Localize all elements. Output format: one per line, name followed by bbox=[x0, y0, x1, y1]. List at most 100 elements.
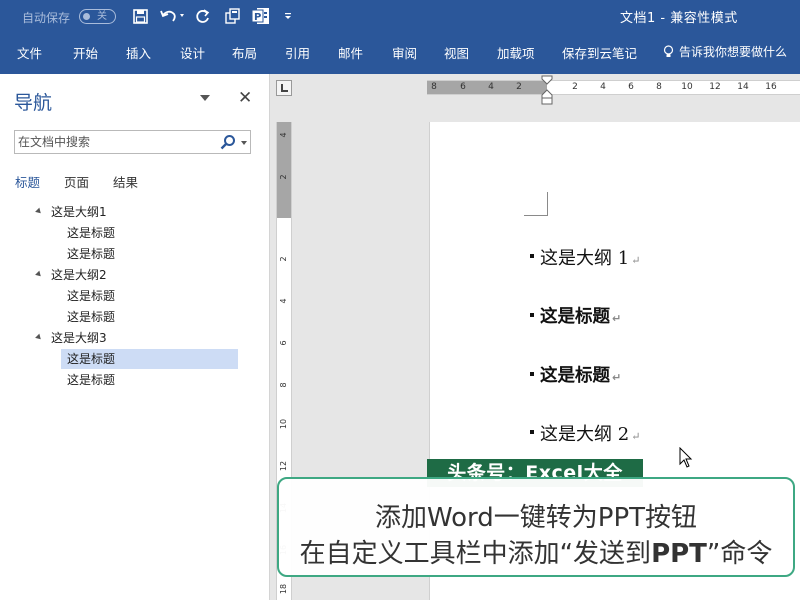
caption-line-2-bold: PPT bbox=[651, 539, 707, 569]
doc-outline-line[interactable]: 这是大纲 1 ↵ bbox=[530, 244, 641, 270]
tree-item-heading[interactable]: 这是标题 bbox=[67, 286, 147, 306]
title-bar: 自动保存 关 P 文档1 - 兼容性模式 bbox=[0, 0, 800, 32]
tree-item-label: 这是大纲1 bbox=[51, 205, 107, 219]
tab-selector[interactable] bbox=[276, 80, 292, 96]
tree-item-label: 这是标题 bbox=[67, 373, 116, 387]
ruler-tick-label: 12 bbox=[279, 460, 288, 472]
tab-home[interactable]: 开始 bbox=[73, 43, 98, 62]
ruler-tick-label: 18 bbox=[279, 583, 288, 595]
tab-save-to-cloud-note[interactable]: 保存到云笔记 bbox=[562, 43, 637, 62]
chevron-down-icon bbox=[285, 13, 291, 19]
ruler-tick-label: 2 bbox=[572, 82, 578, 92]
ruler-tick-label: 2 bbox=[279, 174, 288, 180]
ruler-tick-label: 14 bbox=[737, 82, 749, 92]
tree-item-outline-1[interactable]: 这是大纲1 bbox=[35, 202, 131, 222]
ruler-tick-label: 4 bbox=[488, 82, 494, 92]
tab-references[interactable]: 引用 bbox=[285, 43, 310, 62]
caption-line-1: 添加Word一键转为PPT按钮 bbox=[374, 503, 698, 533]
undo-button[interactable] bbox=[158, 6, 186, 26]
list-bullet bbox=[530, 372, 534, 376]
paragraph-mark: ↵ bbox=[612, 312, 622, 325]
tab-addins[interactable]: 加载项 bbox=[497, 43, 535, 62]
tab-file[interactable]: 文件 bbox=[17, 43, 42, 62]
customize-qat-button[interactable] bbox=[280, 6, 296, 26]
nav-search-input[interactable] bbox=[18, 133, 216, 151]
nav-tab-results[interactable]: 结果 bbox=[113, 172, 138, 191]
doc-line-text: 这是标题 bbox=[540, 366, 610, 386]
ruler-margin-left: 8 6 4 2 bbox=[427, 81, 547, 94]
doc-line-text: 这是大纲 1 bbox=[540, 248, 630, 269]
nav-close-icon[interactable]: ✕ bbox=[238, 88, 252, 108]
list-bullet bbox=[530, 254, 534, 258]
tree-item-label: 这是标题 bbox=[67, 289, 116, 303]
nav-options-chevron-icon[interactable] bbox=[200, 95, 210, 101]
tab-layout[interactable]: 布局 bbox=[232, 43, 257, 62]
left-tab-icon-foot bbox=[281, 90, 288, 92]
paragraph-mark: ↵ bbox=[631, 430, 641, 443]
tree-item-outline-2[interactable]: 这是大纲2 bbox=[35, 265, 131, 285]
window-title: 文档1 - 兼容性模式 bbox=[620, 11, 738, 26]
tree-item-heading[interactable]: 这是标题 bbox=[67, 370, 147, 390]
caption-line-2: 在自定义工具栏中添加“发送到PPT”命令 bbox=[279, 533, 793, 570]
doc-heading-line[interactable]: 这是标题 ↵ bbox=[530, 303, 622, 328]
collapse-caret-icon[interactable] bbox=[35, 333, 43, 342]
tab-design[interactable]: 设计 bbox=[180, 43, 205, 62]
ruler-tick-label: 4 bbox=[279, 132, 288, 138]
doc-outline-line[interactable]: 这是大纲 2 ↵ bbox=[530, 420, 641, 446]
tree-item-outline-3[interactable]: 这是大纲3 bbox=[35, 328, 131, 348]
send-to-ppt-button[interactable]: P bbox=[250, 6, 270, 26]
mouse-pointer-icon bbox=[679, 447, 693, 468]
margin-crop-mark bbox=[524, 192, 548, 216]
list-bullet bbox=[530, 313, 534, 317]
tree-item-heading[interactable]: 这是标题 bbox=[67, 307, 147, 327]
tree-item-label: 这是标题 bbox=[67, 352, 116, 366]
powerpoint-icon: P bbox=[251, 8, 269, 24]
autosave-state: 关 bbox=[97, 11, 107, 22]
tab-view[interactable]: 视图 bbox=[444, 43, 469, 62]
collapse-caret-icon[interactable] bbox=[35, 207, 43, 216]
search-icon[interactable] bbox=[220, 134, 236, 150]
list-bullet bbox=[530, 430, 534, 434]
autosave-label: 自动保存 bbox=[22, 11, 71, 25]
redo-icon bbox=[196, 9, 210, 23]
ruler-tick-label: 4 bbox=[279, 298, 288, 304]
tree-item-heading-selected[interactable]: 这是标题 bbox=[61, 349, 238, 369]
tab-insert[interactable]: 插入 bbox=[126, 43, 151, 62]
tree-item-heading[interactable]: 这是标题 bbox=[67, 244, 147, 264]
search-options-chevron-icon[interactable] bbox=[241, 141, 247, 145]
toggle-knob bbox=[83, 13, 90, 20]
tree-item-label: 这是标题 bbox=[67, 226, 116, 240]
doc-heading-line[interactable]: 这是标题 ↵ bbox=[530, 362, 622, 387]
ruler-tick-label: 6 bbox=[279, 340, 288, 346]
autosave-toggle[interactable]: 关 bbox=[79, 9, 116, 24]
nav-tab-pages[interactable]: 页面 bbox=[64, 172, 89, 191]
undo-icon bbox=[160, 10, 184, 22]
ribbon-tabs: 文件 开始 插入 设计 布局 引用 邮件 审阅 视图 加载项 保存到云笔记 告诉… bbox=[0, 32, 800, 74]
tutorial-caption: 添加Word一键转为PPT按钮 在自定义工具栏中添加“发送到PPT”命令 bbox=[277, 477, 795, 577]
paragraph-mark: ↵ bbox=[631, 254, 641, 267]
paragraph-mark: ↵ bbox=[612, 371, 622, 384]
tell-me-box[interactable]: 告诉我你想要做什么 bbox=[663, 43, 787, 60]
tell-me-text: 告诉我你想要做什么 bbox=[679, 45, 788, 59]
ruler-margin-top: 4 2 bbox=[277, 122, 291, 218]
tab-review[interactable]: 审阅 bbox=[392, 43, 417, 62]
tree-item-label: 这是标题 bbox=[67, 310, 116, 324]
copy-format-button[interactable] bbox=[222, 6, 242, 26]
indent-marker-icon[interactable] bbox=[541, 75, 553, 105]
collapse-caret-icon[interactable] bbox=[35, 270, 43, 279]
horizontal-ruler[interactable]: 8 6 4 2 2 4 6 8 10 12 14 16 bbox=[427, 80, 800, 95]
save-icon bbox=[132, 8, 148, 24]
ruler-tick-label: 10 bbox=[279, 418, 288, 430]
nav-title: 导航 bbox=[14, 92, 53, 114]
redo-button[interactable] bbox=[193, 6, 213, 26]
tree-item-label: 这是标题 bbox=[67, 247, 116, 261]
tab-mailings[interactable]: 邮件 bbox=[338, 43, 363, 62]
ruler-tick-label: 6 bbox=[460, 82, 466, 92]
tree-item-heading[interactable]: 这是标题 bbox=[67, 223, 147, 243]
copy-icon bbox=[224, 7, 240, 24]
ruler-tick-label: 12 bbox=[709, 82, 721, 92]
tree-item-label: 这是大纲2 bbox=[51, 268, 107, 282]
nav-tab-headings[interactable]: 标题 bbox=[15, 172, 40, 191]
ruler-tick-label: 16 bbox=[765, 82, 777, 92]
save-button[interactable] bbox=[130, 6, 150, 26]
